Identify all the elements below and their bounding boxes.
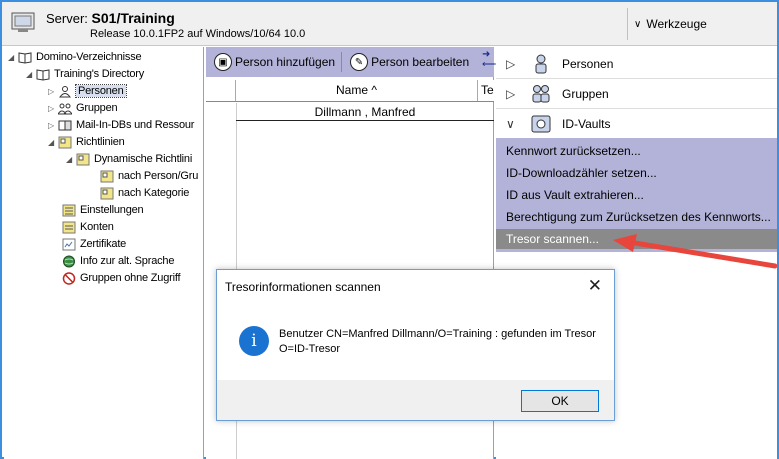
edit-person-label: Person bearbeiten [371, 55, 470, 69]
info-icon: i [239, 326, 269, 356]
tree-item-label: nach Person/Gru [118, 170, 199, 182]
tools-label: Werkzeuge [646, 17, 707, 31]
settings-icon [62, 204, 76, 216]
chevron-down-icon: ∨ [506, 116, 515, 131]
policy-icon [100, 170, 114, 182]
tree-item-zertifikate[interactable]: Zertifikate [62, 236, 126, 252]
dialog-title: Tresorinformationen scannen [225, 280, 381, 294]
chevron-down-icon: ∨ [634, 18, 642, 30]
tree-item-label: Konten [80, 221, 114, 233]
section-label: Personen [562, 56, 614, 71]
separator [341, 52, 343, 72]
tree-item-label: Personen [75, 84, 127, 98]
chevron-right-icon: ▷ [506, 56, 516, 71]
collapse-icon[interactable]: ◢ [6, 53, 16, 62]
section-id-vaults[interactable]: ∨ ID-Vaults [496, 109, 777, 139]
certificate-icon [62, 238, 76, 250]
expand-icon[interactable]: ▷ [46, 87, 56, 96]
tree-item-personen[interactable]: ▷ Personen [46, 83, 127, 99]
book-icon [36, 68, 50, 81]
collapse-icon[interactable]: ◢ [46, 138, 56, 147]
tree-item-label: Gruppen [76, 102, 118, 114]
column-name[interactable]: Name ^ [236, 80, 478, 101]
server-icon [11, 12, 35, 32]
tree-item-label: Zertifikate [80, 238, 127, 250]
pencil-icon: ✎ [350, 53, 369, 71]
tree-root-label: Domino-Verzeichnisse [36, 51, 142, 63]
add-person-button[interactable]: ▣ Person hinzufügen [214, 50, 343, 74]
tools-dropdown[interactable]: ∨ Werkzeuge [627, 8, 777, 40]
menu-item-reset-password[interactable]: Kennwort zurücksetzen... [506, 141, 641, 161]
window-frame: Server: S01/Training Release 10.0.1FP2 a… [0, 0, 779, 459]
tree-item-nach-person[interactable]: nach Person/Gru [100, 168, 198, 184]
database-icon [58, 120, 72, 130]
tree-item-einstellungen[interactable]: Einstellungen [62, 202, 144, 218]
tree-directory[interactable]: ◢ Training's Directory [24, 66, 144, 82]
tree-item-info-sprache[interactable]: Info zur alt. Sprache [62, 253, 174, 269]
collapse-icon[interactable]: ◢ [64, 155, 74, 164]
red-arrow-icon [613, 234, 778, 269]
no-access-icon [62, 271, 76, 285]
dialog-message: Benutzer CN=Manfred Dillmann/O=Training … [279, 328, 596, 355]
chevron-right-icon: ▷ [506, 86, 516, 101]
section-personen[interactable]: ▷ Personen [496, 49, 777, 79]
book-icon [18, 51, 32, 64]
tree-item-nach-kategorie[interactable]: nach Kategorie [100, 185, 189, 201]
section-label: Gruppen [562, 86, 609, 101]
policy-icon [58, 136, 72, 148]
release-info: Release 10.0.1FP2 auf Windows/10/64 10.0 [90, 28, 306, 40]
tree-item-mail-in[interactable]: ▷ Mail-In-DBs und Ressour [46, 117, 194, 133]
add-document-icon: ▣ [214, 53, 232, 71]
section-label: ID-Vaults [562, 116, 611, 131]
policy-icon [76, 153, 90, 165]
section-gruppen[interactable]: ▷ Gruppen [496, 79, 777, 109]
action-bar: ▣ Person hinzufügen ✎ Person bearbeiten … [206, 47, 496, 77]
vault-icon [531, 115, 551, 132]
scroll-arrows-icon[interactable]: ➜ ⟵ [482, 50, 496, 70]
person-icon [535, 54, 547, 73]
tree-item-richtlinien[interactable]: ◢ Richtlinien [46, 134, 125, 150]
person-icon [59, 85, 71, 97]
scan-vault-dialog: Tresorinformationen scannen ✕ i Benutzer… [216, 269, 615, 421]
dialog-footer: OK [217, 380, 614, 420]
tree-item-label: Mail-In-DBs und Ressour [76, 119, 195, 131]
expand-icon[interactable]: ▷ [46, 121, 56, 130]
tree-directory-label: Training's Directory [54, 68, 144, 80]
menu-item-reset-permission[interactable]: Berechtigung zum Zurücksetzen des Kennwo… [506, 207, 771, 227]
server-name: S01/Training [91, 10, 175, 26]
group-icon [532, 84, 550, 102]
table-row[interactable]: Dillmann , Manfred [236, 103, 494, 121]
tree-root[interactable]: ◢ Domino-Verzeichnisse [6, 49, 142, 65]
tree-item-dynamische[interactable]: ◢ Dynamische Richtlini [64, 151, 192, 167]
tree-item-label: Einstellungen [80, 204, 144, 216]
accounts-icon [62, 221, 76, 233]
edit-person-button[interactable]: ✎ Person bearbeiten [350, 50, 469, 74]
menu-item-download-counter[interactable]: ID-Downloadzähler setzen... [506, 163, 657, 183]
tree-item-konten[interactable]: Konten [62, 219, 114, 235]
tree-item-label: Dynamische Richtlini [94, 153, 193, 165]
tree-item-label: nach Kategorie [118, 187, 190, 199]
add-person-label: Person hinzufügen [235, 55, 336, 69]
tree-item-label: Gruppen ohne Zugriff [80, 272, 181, 284]
menu-item-extract-id[interactable]: ID aus Vault extrahieren... [506, 185, 644, 205]
selection-column [206, 80, 236, 101]
ok-button[interactable]: OK [521, 390, 599, 412]
navigation-tree: ◢ Domino-Verzeichnisse ◢ Training's Dire… [4, 47, 204, 459]
tree-item-gruppen-ohne-zugriff[interactable]: Gruppen ohne Zugriff [62, 270, 181, 286]
server-label: Server: [46, 11, 88, 26]
group-icon [58, 103, 72, 114]
server-title: Server: S01/Training [46, 10, 175, 26]
collapse-icon[interactable]: ◢ [24, 70, 34, 79]
tree-item-gruppen[interactable]: ▷ Gruppen [46, 100, 118, 116]
column-header: Name ^ Te [206, 80, 494, 102]
globe-icon [63, 255, 75, 267]
server-header: Server: S01/Training Release 10.0.1FP2 a… [2, 2, 777, 46]
close-icon[interactable]: ✕ [588, 276, 602, 296]
expand-icon[interactable]: ▷ [46, 104, 56, 113]
column-te[interactable]: Te [479, 80, 495, 101]
tree-item-label: Info zur alt. Sprache [80, 255, 175, 267]
tree-item-label: Richtlinien [76, 136, 125, 148]
policy-icon [100, 187, 114, 199]
